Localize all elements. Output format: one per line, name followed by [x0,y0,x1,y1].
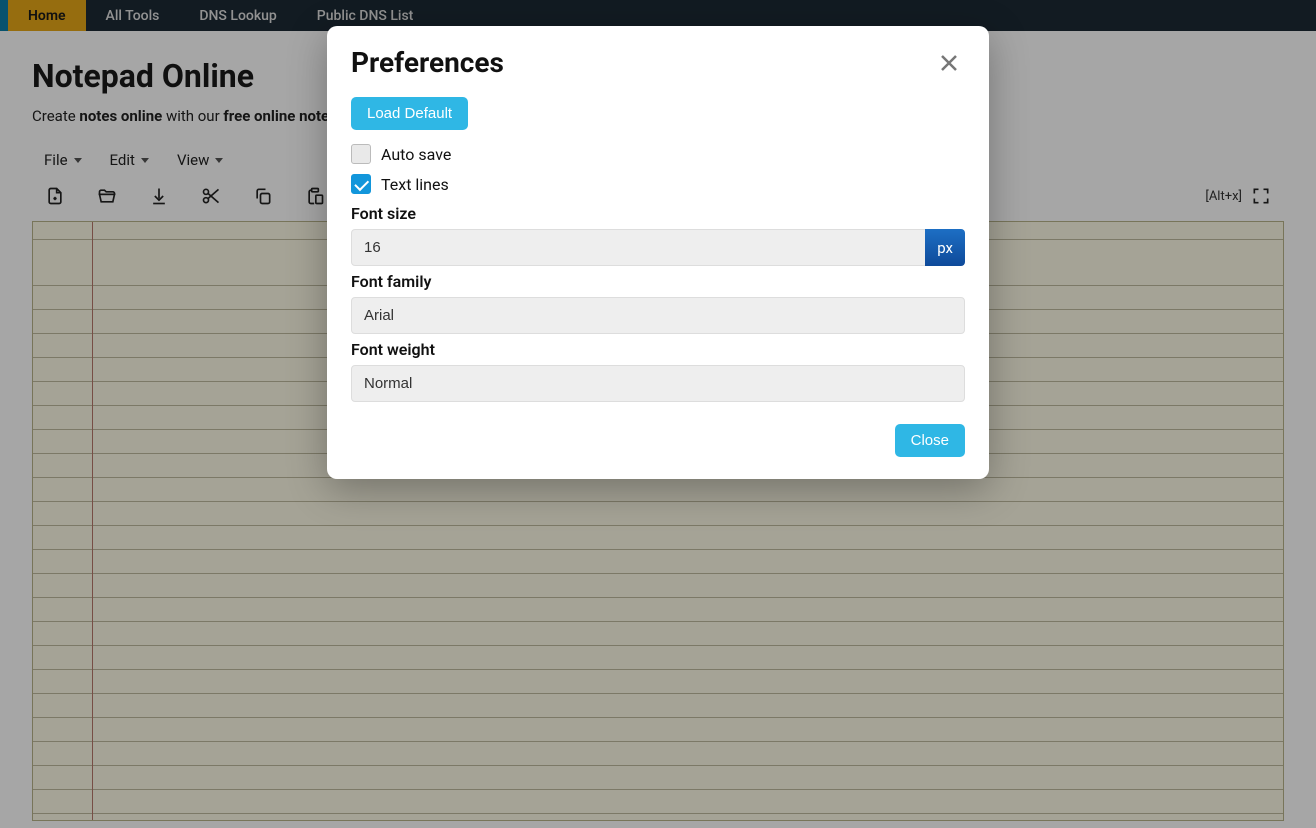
font-size-unit: px [925,229,965,266]
close-button[interactable]: Close [895,424,965,457]
modal-footer: Close [351,424,965,457]
modal-title: Preferences [351,46,504,79]
preferences-modal: Preferences Load Default Auto save Text … [327,26,989,479]
font-weight-label: Font weight [351,340,965,359]
auto-save-label: Auto save [381,145,451,164]
font-weight-select[interactable] [351,365,965,402]
auto-save-checkbox[interactable] [351,144,371,164]
font-family-label: Font family [351,272,965,291]
modal-header: Preferences [351,46,965,79]
load-default-button[interactable]: Load Default [351,97,468,130]
font-size-input[interactable] [351,229,929,266]
preferences-form: Auto save Text lines Font size px Font f… [351,144,965,402]
font-size-label: Font size [351,204,965,223]
close-icon[interactable] [933,47,965,79]
text-lines-checkbox[interactable] [351,174,371,194]
auto-save-row: Auto save [351,144,965,164]
text-lines-row: Text lines [351,174,965,194]
font-size-group: px [351,229,965,266]
text-lines-label: Text lines [381,175,449,194]
font-family-select[interactable] [351,297,965,334]
